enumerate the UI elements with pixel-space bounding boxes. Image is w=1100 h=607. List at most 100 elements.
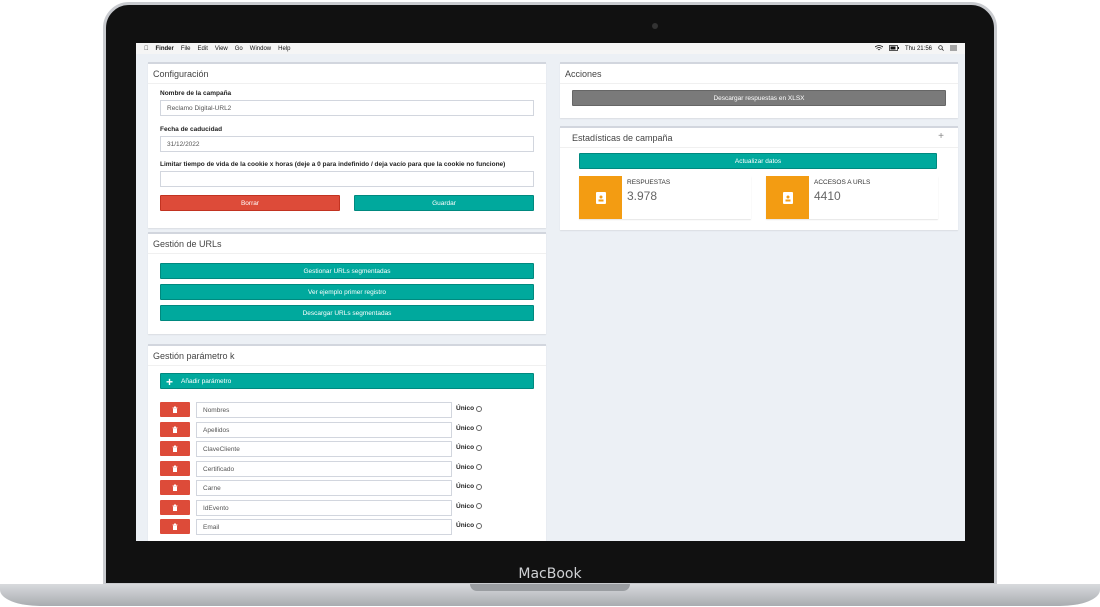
stats-panel: Estadísticas de campaña + Actualizar dat…	[560, 126, 958, 230]
menu-finder[interactable]: Finder	[156, 46, 174, 52]
campaign-name-field[interactable]: Reclamo Digital-URL2	[160, 100, 534, 116]
menubar-clock[interactable]: Thu 21:56	[905, 46, 932, 52]
delete-parameter-button[interactable]	[160, 460, 190, 476]
apple-icon[interactable]: 	[144, 46, 149, 52]
expiry-date-label: Fecha de caducidad	[160, 126, 223, 133]
parameter-name-field[interactable]: Apellidos	[196, 421, 452, 438]
delete-parameter-button[interactable]	[160, 421, 190, 437]
trash-icon	[172, 426, 178, 433]
menu-file[interactable]: File	[181, 46, 191, 52]
accesses-value: 4410	[814, 189, 841, 203]
unique-label: Único	[456, 405, 475, 412]
trash-icon	[172, 484, 178, 491]
config-panel: Configuración Nombre de la campaña Recla…	[148, 62, 546, 228]
unique-option[interactable]: Único	[456, 444, 483, 451]
trash-icon	[172, 406, 178, 413]
add-parameter-label: Añadir parámetro	[181, 378, 232, 385]
unique-option[interactable]: Único	[456, 483, 483, 490]
manage-urls-button[interactable]: Gestionar URLs segmentadas	[160, 263, 534, 279]
cookie-lifetime-label: Limitar tiempo de vida de la cookie x ho…	[160, 161, 506, 168]
expiry-date-field[interactable]: 31/12/2022	[160, 136, 534, 152]
parameter-name-field[interactable]: Certificado	[196, 460, 452, 477]
parameter-row: Apellidos Único	[160, 421, 483, 438]
unique-radio[interactable]	[476, 464, 483, 470]
params-panel: Gestión parámetro k + Añadir parámetro N…	[148, 344, 546, 541]
campaign-name-label: Nombre de la campaña	[160, 90, 232, 97]
control-center-icon[interactable]	[950, 45, 957, 53]
delete-parameter-button[interactable]	[160, 499, 190, 515]
laptop-brand: MacBook	[518, 566, 582, 582]
parameter-row: Nombres Único	[160, 402, 483, 418]
trash-icon	[172, 445, 178, 452]
urls-title: Gestión de URLs	[148, 234, 546, 254]
wifi-icon[interactable]	[874, 44, 884, 53]
menu-view[interactable]: View	[215, 46, 228, 52]
parameter-name-field[interactable]: IdEvento	[196, 499, 452, 516]
screen:  Finder File Edit View Go Window Help T…	[136, 43, 965, 541]
unique-label: Único	[456, 522, 475, 529]
responses-label: RESPUESTAS	[627, 179, 671, 186]
unique-label: Único	[456, 444, 475, 451]
menu-window[interactable]: Window	[250, 46, 271, 52]
parameter-name-field[interactable]: Email	[196, 519, 452, 535]
parameter-row: Certificado Único	[160, 460, 483, 477]
battery-icon[interactable]	[889, 44, 899, 53]
laptop-notch	[470, 584, 630, 591]
expand-icon[interactable]: +	[938, 131, 944, 142]
parameter-row: Carne Único	[160, 480, 483, 496]
cookie-lifetime-field[interactable]	[160, 171, 534, 187]
menu-edit[interactable]: Edit	[198, 46, 208, 52]
unique-option[interactable]: Único	[456, 405, 483, 412]
menu-help[interactable]: Help	[278, 46, 290, 52]
refresh-data-button[interactable]: Actualizar datos	[579, 153, 937, 169]
search-icon[interactable]	[938, 44, 944, 53]
parameter-name-field[interactable]: Carne	[196, 480, 452, 496]
actions-title: Acciones	[560, 64, 958, 84]
unique-radio[interactable]	[476, 444, 483, 451]
urls-panel: Gestión de URLs Gestionar URLs segmentad…	[148, 232, 546, 334]
trash-icon	[172, 523, 178, 530]
delete-button[interactable]: Borrar	[160, 195, 340, 211]
parameter-name-field[interactable]: Nombres	[196, 402, 452, 418]
accesses-label: ACCESOS A URLS	[814, 179, 871, 186]
accesses-stat: ACCESOS A URLS 4410	[766, 176, 938, 219]
view-example-button[interactable]: Ver ejemplo primer registro	[160, 284, 534, 300]
parameter-row: IdEvento Único	[160, 499, 483, 516]
unique-label: Único	[456, 483, 475, 490]
unique-radio[interactable]	[476, 405, 483, 412]
responses-stat: RESPUESTAS 3.978	[579, 176, 751, 219]
stats-title: Estadísticas de campaña	[560, 128, 958, 148]
plus-icon: +	[166, 375, 174, 389]
unique-option[interactable]: Único	[456, 522, 483, 529]
download-urls-button[interactable]: Descargar URLs segmentadas	[160, 305, 534, 321]
unique-option[interactable]: Único	[456, 424, 483, 432]
unique-label: Único	[456, 502, 475, 510]
unique-radio[interactable]	[476, 522, 483, 529]
contact-card-icon	[766, 176, 809, 219]
delete-parameter-button[interactable]	[160, 402, 190, 417]
contact-card-icon	[579, 176, 622, 219]
params-title: Gestión parámetro k	[148, 346, 546, 366]
unique-radio[interactable]	[476, 503, 483, 509]
add-parameter-button[interactable]: + Añadir parámetro	[160, 373, 534, 389]
delete-parameter-button[interactable]	[160, 519, 190, 534]
unique-option[interactable]: Único	[456, 502, 483, 510]
camera-icon	[652, 23, 658, 29]
config-title: Configuración	[148, 64, 546, 84]
unique-radio[interactable]	[476, 483, 483, 490]
delete-parameter-button[interactable]	[160, 441, 190, 456]
trash-icon	[172, 504, 178, 511]
dashboard-content: Configuración Nombre de la campaña Recla…	[136, 54, 965, 541]
parameter-row: ClaveCliente Único	[160, 441, 483, 457]
download-xlsx-button[interactable]: Descargar respuestas en XLSX	[572, 90, 946, 106]
parameter-name-field[interactable]: ClaveCliente	[196, 441, 452, 457]
parameter-row: Email Único	[160, 519, 483, 535]
save-button[interactable]: Guardar	[354, 195, 534, 211]
delete-parameter-button[interactable]	[160, 480, 190, 495]
unique-label: Único	[456, 424, 475, 432]
trash-icon	[172, 465, 178, 472]
actions-panel: Acciones Descargar respuestas en XLSX	[560, 62, 958, 118]
unique-option[interactable]: Único	[456, 464, 483, 471]
unique-radio[interactable]	[476, 425, 483, 431]
menu-go[interactable]: Go	[235, 46, 243, 52]
